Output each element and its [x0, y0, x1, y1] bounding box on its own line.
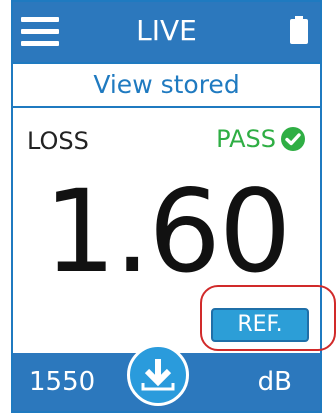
pass-status: PASS [216, 125, 306, 153]
device-frame: LIVE View stored LOSS PASS 1.60 REF. 155… [0, 0, 336, 413]
battery-icon [290, 16, 308, 44]
unit-label[interactable]: dB [258, 367, 292, 397]
top-bar: LIVE [13, 2, 320, 62]
pass-status-label: PASS [216, 125, 276, 153]
download-button[interactable] [127, 344, 189, 406]
view-stored-button[interactable]: View stored [13, 62, 320, 108]
ref-highlight-outline [200, 285, 336, 351]
loss-value: 1.60 [43, 165, 292, 298]
screen-title: LIVE [136, 14, 197, 47]
wavelength-value[interactable]: 1550 [29, 367, 95, 397]
loss-label: LOSS [27, 127, 89, 155]
check-circle-icon [281, 127, 305, 151]
download-icon [141, 359, 175, 391]
